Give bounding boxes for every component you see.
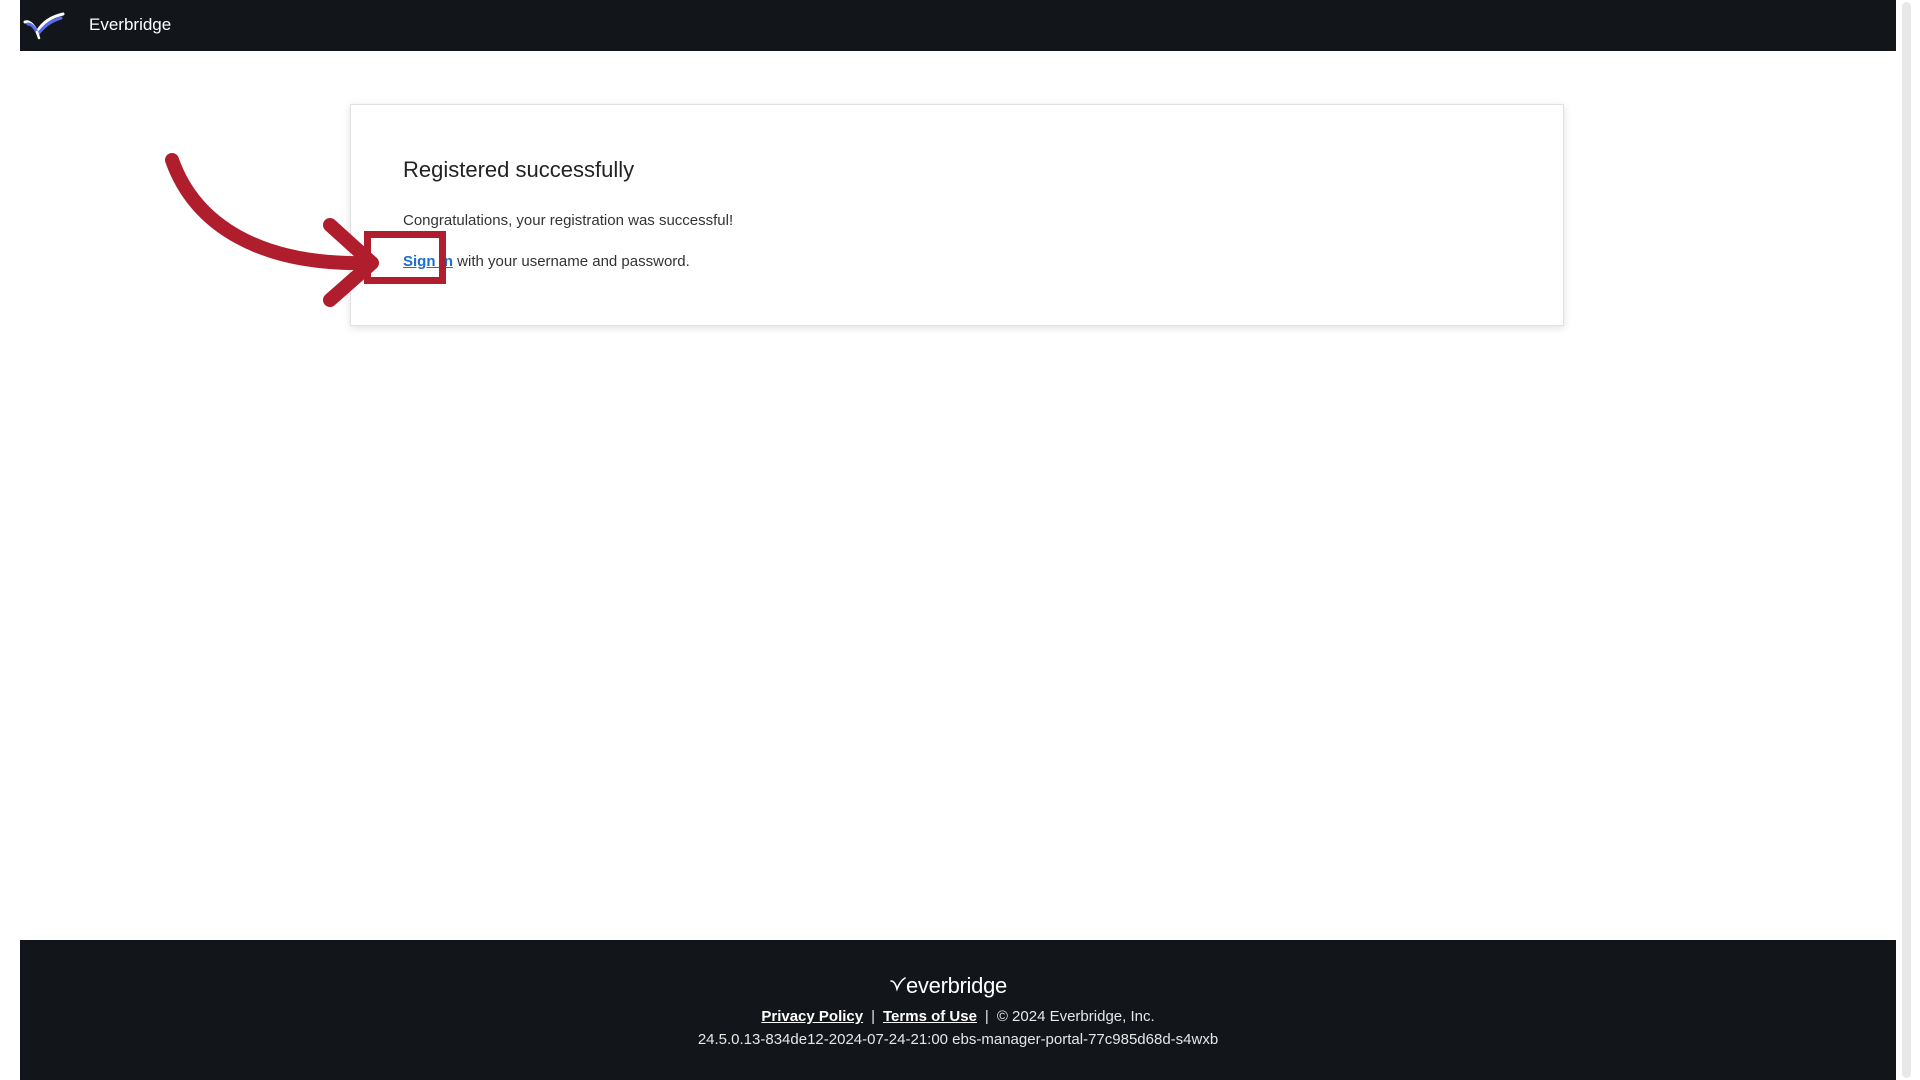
registration-success-card: Registered successfully Congratulations,… (350, 104, 1564, 326)
footer-links: Privacy Policy | Terms of Use | © 2024 Everb… (20, 1008, 1896, 1026)
app-container: Everbridge Registered successfully Congr… (20, 0, 1896, 1080)
scrollbar-thumb[interactable] (1902, 2, 1911, 1078)
version-text: 24.5.0.13-834de12-2024-07-24-21:00 ebs-m… (697, 1031, 1219, 1048)
footer: everbridge Privacy Policy | Terms of Use | ©… (20, 940, 1896, 1080)
signin-instructions-text: with your username and password. (453, 253, 690, 270)
footer-logo-text: everbridge (906, 973, 1007, 998)
top-header: Everbridge (20, 0, 1896, 51)
brand-name: Everbridge (89, 15, 172, 34)
success-message: Congratulations, your registration was s… (403, 212, 734, 229)
footer-separator: | (984, 1008, 989, 1025)
footer-logo: everbridge (890, 972, 1007, 1000)
privacy-policy-link[interactable]: Privacy Policy (761, 1008, 863, 1025)
terms-of-use-link[interactable]: Terms of Use (883, 1008, 977, 1025)
everbridge-bird-icon (890, 977, 906, 992)
page-title: Registered successfully (403, 157, 635, 182)
signin-instructions: Sign in with your username and password. (403, 253, 690, 271)
footer-separator: | (871, 1008, 875, 1025)
copyright-text: © 2024 Everbridge, Inc. (996, 1008, 1155, 1025)
everbridge-logo-icon[interactable] (23, 10, 67, 42)
sign-in-link[interactable]: Sign in (403, 253, 453, 270)
page: Everbridge Registered successfully Congr… (0, 0, 1920, 1080)
